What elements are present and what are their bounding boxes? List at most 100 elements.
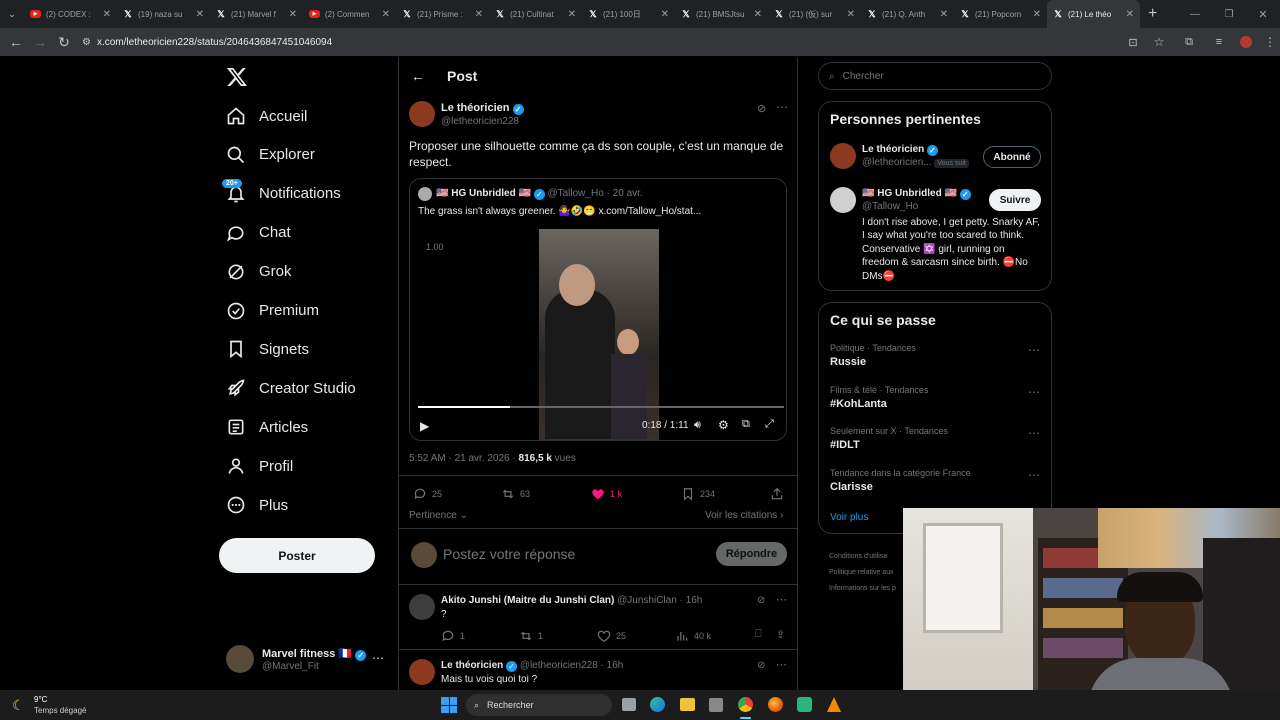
sidebar-item-profil[interactable]: Profil [226,451,293,481]
chrome-icon[interactable] [738,697,753,712]
close-tab-icon[interactable]: ✕ [568,9,576,20]
vlc-icon[interactable] [827,697,841,712]
reply-more-icon[interactable]: ⋯ [776,658,787,671]
post-button[interactable]: Poster [219,538,375,573]
browser-tab[interactable]: ▶ (2) Commen ✕ [303,0,396,28]
sidebar-item-creator-studio[interactable]: Creator Studio [226,373,356,403]
footer-link[interactable]: Conditions d'utilisa [829,549,896,565]
reload-icon[interactable]: ↻ [52,30,76,54]
share-button[interactable] [770,487,789,501]
video-player[interactable]: 1.00 ▶ 0:18 / 1:11 🔊︎ ⚙ ⧉ ⤢ [410,227,786,440]
edge-icon[interactable] [650,697,665,712]
site-info-icon[interactable]: ⚙ [82,37,91,48]
trend-item[interactable]: Tendance dans la catégorie France Clariss… [830,468,1042,504]
grok-icon[interactable]: ⊘ [757,595,765,606]
repost-button[interactable]: 1 [519,629,543,643]
sidebar-item-plus[interactable]: Plus [226,490,288,520]
close-tab-icon[interactable]: ✕ [289,9,297,20]
grok-icon[interactable]: ⊘ [757,660,765,671]
fullscreen-icon[interactable]: ⤢ [765,418,774,431]
sidebar-item-accueil[interactable]: Accueil [226,101,307,131]
like-button[interactable]: 1 k [591,487,622,501]
back-icon[interactable]: ← [4,30,28,54]
view-quotes-link[interactable]: Voir les citations › [705,510,783,521]
sidebar-item-explorer[interactable]: Explorer [226,140,315,170]
explorer-icon[interactable] [680,698,695,711]
close-tab-icon[interactable]: ✕ [754,9,762,20]
forward-icon[interactable]: → [28,30,52,54]
bookmark-button[interactable]: 234 [681,487,715,501]
sidebar-item-signets[interactable]: Signets [226,334,309,364]
author-name[interactable]: Le théoricien [441,102,509,114]
more-icon[interactable]: ⋯ [372,651,384,665]
browser-tab[interactable]: 𝕏 (21) Le théo ✕ [1047,0,1140,28]
app-icon[interactable] [709,698,723,712]
author-handle[interactable]: @letheoricien228 [441,116,519,127]
browser-tab[interactable]: ▶ (2) CODEX : ✕ [24,0,117,28]
pip-icon[interactable]: ⧉ [742,418,750,431]
following-button[interactable]: Abonné [983,146,1041,168]
repost-button[interactable]: 63 [501,487,530,501]
trend-more-icon[interactable]: ⋯ [1028,426,1041,440]
trend-item[interactable]: Seulement sur X · Tendances #IDLT ⋯ [830,426,1042,462]
extensions-icon[interactable]: ⧉ [1172,36,1206,49]
weather-temp[interactable]: 9°C [34,695,47,704]
search-input[interactable]: ⌕ Chercher [818,62,1052,90]
weather-icon[interactable]: ☾ [12,697,25,714]
grok-icon[interactable]: ⊘ [757,102,766,115]
account-switcher[interactable]: Marvel fitness 🇫🇷 ✓ @Marvel_Fit ⋯ [226,645,386,677]
video-progress-track[interactable] [418,406,784,408]
taskview-icon[interactable] [622,698,636,711]
back-arrow-icon[interactable]: ← [411,68,425,84]
taskbar-search[interactable]: ⌕ Rechercher [466,694,612,716]
follow-button[interactable]: Suivre [989,189,1041,211]
browser-tab[interactable]: 𝕏 (21) Marvel f ✕ [210,0,303,28]
browser-tab[interactable]: 𝕏 (21) 100日 ✕ [582,0,675,28]
reply-more-icon[interactable]: ⋯ [776,593,787,606]
close-tab-icon[interactable]: ✕ [103,9,111,20]
person-name[interactable]: 🇺🇸 HG Unbridled 🇺🇸 [862,188,957,199]
settings-icon[interactable]: ⚙ [718,418,729,432]
close-tab-icon[interactable]: ✕ [475,9,483,20]
post-more-icon[interactable]: ⋯ [776,100,788,114]
browser-tab[interactable]: 𝕏 (21) (仮) sur ✕ [768,0,861,28]
show-more-link[interactable]: Voir plus [830,512,868,523]
share-icon[interactable]: ⇪ [776,628,785,641]
browser-tab[interactable]: 𝕏 (21) Q. Anth ✕ [861,0,954,28]
close-tab-icon[interactable]: ✕ [661,9,669,20]
reply-input[interactable]: Postez votre réponse [443,546,575,562]
volume-icon[interactable]: 🔊︎ [694,419,701,432]
views-button[interactable]: 40 k [675,629,711,643]
footer-link[interactable]: Informations sur les p [829,581,896,597]
reply-submit-button[interactable]: Répondre [716,542,787,566]
star-icon[interactable]: ☆ [1146,35,1172,49]
reply-item[interactable]: Le théoricien ✓ @letheoricien228 · 16h ⊘… [399,650,797,690]
trend-more-icon[interactable]: ⋯ [1028,385,1041,399]
trend-item[interactable]: Films & télé · Tendances #KohLanta ⋯ [830,385,1042,421]
close-tab-icon[interactable]: ✕ [1126,9,1134,20]
trend-item[interactable]: Politique · Tendances Russie ⋯ [830,343,1042,379]
start-icon[interactable] [441,697,457,713]
reply-item[interactable]: Akito Junshi (Maitre du Junshi Clan) @Ju… [399,585,797,648]
post-timestamp[interactable]: 5:52 AM · 21 avr. 2026 · [409,453,516,464]
firefox-icon[interactable] [768,697,783,712]
avatar[interactable] [830,143,856,169]
new-tab-icon[interactable]: + [1148,5,1157,23]
profile-icon[interactable] [1240,36,1252,48]
close-window-icon[interactable]: ✕ [1246,8,1280,21]
close-tab-icon[interactable]: ✕ [1033,9,1041,20]
footer-link[interactable]: Politique relative aux [829,565,896,581]
app-icon[interactable] [797,697,812,712]
quoted-post[interactable]: 🇺🇸 HG Unbridled 🇺🇸 ✓ @Tallow_Ho · 20 avr… [409,178,787,441]
browser-tab[interactable]: 𝕏 (21) BMSJtsu ✕ [675,0,768,28]
sidebar-item-notifications[interactable]: Notifications 20+ [222,178,341,209]
play-icon[interactable]: ▶ [420,419,429,433]
tab-search-button[interactable]: ⌄ [0,2,24,26]
weather-desc[interactable]: Temps dégagé [34,706,86,715]
avatar[interactable] [830,187,856,213]
bookmark-icon[interactable]: ⎕ [755,628,762,641]
browser-tab[interactable]: 𝕏 (21) Prisme : ✕ [396,0,489,28]
restore-icon[interactable]: ❐ [1212,9,1246,20]
x-logo[interactable] [226,66,248,88]
close-tab-icon[interactable]: ✕ [382,9,390,20]
